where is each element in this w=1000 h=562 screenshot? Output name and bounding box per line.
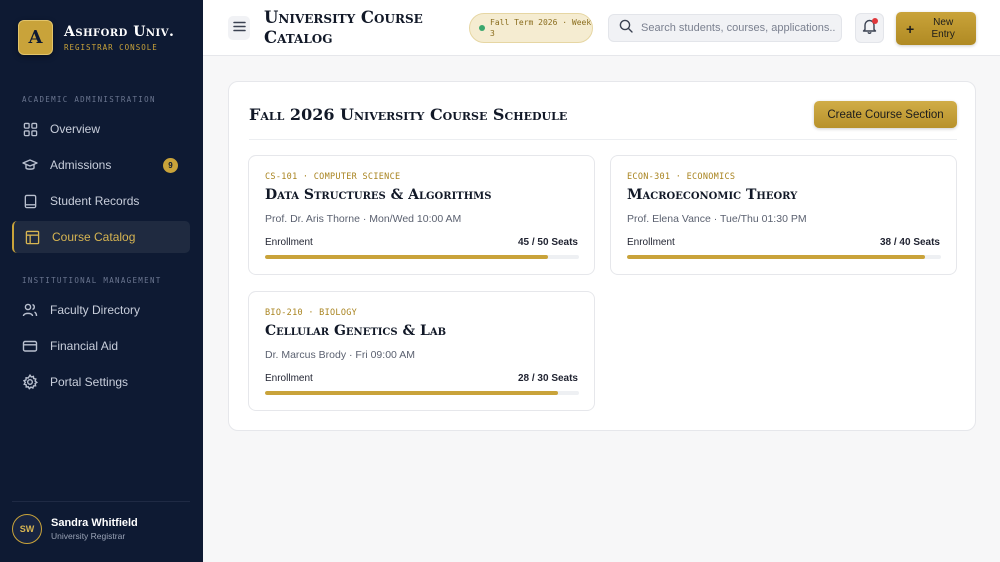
divider bbox=[12, 501, 190, 502]
enrollment-seats: 28 / 30 Seats bbox=[517, 373, 578, 384]
brand-logo: A bbox=[18, 20, 53, 55]
sidebar-item-portal-settings[interactable]: Portal Settings bbox=[12, 366, 190, 398]
sidebar-item-label: Faculty Directory bbox=[50, 303, 141, 317]
sidebar-item-label: Admissions bbox=[50, 158, 112, 172]
brand[interactable]: A Ashford Univ. REGISTRAR CONSOLE bbox=[18, 20, 174, 55]
new-entry-label: New Entry bbox=[931, 16, 955, 40]
sidebar-item-admissions[interactable]: Admissions 9 bbox=[12, 149, 190, 181]
brand-subtitle: REGISTRAR CONSOLE bbox=[64, 42, 158, 52]
credit-card-icon bbox=[22, 338, 38, 354]
course-meta: Dr. Marcus Brody · Fri 09:00 AM bbox=[265, 349, 415, 361]
avatar: SW bbox=[12, 514, 42, 544]
create-course-section-button[interactable]: Create Course Section bbox=[814, 101, 957, 128]
sidebar: A Ashford Univ. REGISTRAR CONSOLE ACADEM… bbox=[0, 0, 203, 562]
section-label-academic: ACADEMIC ADMINISTRATION bbox=[22, 95, 156, 104]
hamburger-icon bbox=[232, 19, 246, 37]
course-code: CS-101 · COMPUTER SCIENCE bbox=[265, 172, 401, 182]
enrollment-label: Enrollment bbox=[265, 237, 313, 248]
brand-name: Ashford Univ. bbox=[64, 23, 175, 40]
term-label: Fall Term 2026 · Week 3 bbox=[490, 18, 592, 38]
user-profile[interactable]: SW Sandra Whitfield University Registrar bbox=[12, 514, 138, 544]
new-entry-button[interactable]: + New Entry bbox=[896, 12, 976, 45]
user-name: Sandra Whitfield bbox=[51, 517, 138, 529]
course-card[interactable]: BIO-210 · BIOLOGY Cellular Genetics & La… bbox=[248, 291, 595, 411]
course-card[interactable]: CS-101 · COMPUTER SCIENCE Data Structure… bbox=[248, 155, 595, 275]
book-icon bbox=[22, 193, 38, 209]
notification-dot bbox=[872, 18, 878, 24]
course-schedule-panel: Fall 2026 University Course Schedule Cre… bbox=[228, 81, 976, 431]
search-icon bbox=[619, 19, 633, 38]
enrollment-bar bbox=[265, 255, 579, 259]
users-icon bbox=[22, 302, 38, 318]
plus-icon: + bbox=[906, 20, 915, 37]
user-role: University Registrar bbox=[51, 531, 126, 541]
sidebar-item-label: Portal Settings bbox=[50, 375, 129, 389]
admissions-count-badge: 9 bbox=[163, 158, 178, 173]
sidebar-item-student-records[interactable]: Student Records bbox=[12, 185, 190, 217]
enrollment-bar-fill bbox=[265, 255, 548, 259]
sidebar-item-label: Financial Aid bbox=[50, 339, 119, 353]
divider bbox=[249, 139, 957, 140]
enrollment-seats: 38 / 40 Seats bbox=[879, 237, 940, 248]
notifications-button[interactable] bbox=[855, 13, 884, 43]
enrollment-bar bbox=[265, 391, 579, 395]
course-meta: Prof. Elena Vance · Tue/Thu 01:30 PM bbox=[627, 213, 807, 225]
enrollment-bar-fill bbox=[265, 391, 558, 395]
course-title: Data Structures & Algorithms bbox=[265, 187, 492, 203]
enrollment-label: Enrollment bbox=[265, 373, 313, 384]
search-bar[interactable] bbox=[608, 14, 842, 42]
sidebar-item-label: Student Records bbox=[50, 194, 140, 208]
sidebar-item-faculty-directory[interactable]: Faculty Directory bbox=[12, 294, 190, 326]
enrollment-seats: 45 / 50 Seats bbox=[517, 237, 578, 248]
grid-icon bbox=[22, 121, 38, 137]
search-input[interactable] bbox=[641, 22, 836, 34]
sidebar-item-overview[interactable]: Overview bbox=[12, 113, 190, 145]
sidebar-item-course-catalog[interactable]: Course Catalog bbox=[12, 221, 190, 253]
sidebar-item-financial-aid[interactable]: Financial Aid bbox=[12, 330, 190, 362]
page-title: University Course Catalog bbox=[264, 8, 423, 47]
course-title: Macroeconomic Theory bbox=[627, 187, 798, 203]
enrollment-bar-fill bbox=[627, 255, 926, 259]
course-meta: Prof. Dr. Aris Thorne · Mon/Wed 10:00 AM bbox=[265, 213, 462, 225]
enrollment-bar bbox=[627, 255, 941, 259]
menu-button[interactable] bbox=[228, 16, 250, 40]
term-badge: Fall Term 2026 · Week 3 bbox=[469, 13, 593, 43]
panel-title: Fall 2026 University Course Schedule bbox=[249, 105, 568, 124]
sidebar-item-label: Course Catalog bbox=[52, 230, 136, 244]
status-dot bbox=[479, 25, 485, 31]
course-card[interactable]: ECON-301 · ECONOMICS Macroeconomic Theor… bbox=[610, 155, 957, 275]
gear-icon bbox=[22, 374, 38, 390]
catalog-icon bbox=[24, 229, 40, 245]
course-title: Cellular Genetics & Lab bbox=[265, 323, 447, 339]
course-code: BIO-210 · BIOLOGY bbox=[265, 308, 358, 318]
top-bar: University Course Catalog Fall Term 2026… bbox=[203, 0, 1000, 56]
course-code: ECON-301 · ECONOMICS bbox=[627, 172, 736, 182]
graduation-cap-icon bbox=[22, 157, 38, 173]
section-label-institutional: INSTITUTIONAL MANAGEMENT bbox=[22, 276, 162, 285]
enrollment-label: Enrollment bbox=[627, 237, 675, 248]
sidebar-item-label: Overview bbox=[50, 122, 101, 136]
